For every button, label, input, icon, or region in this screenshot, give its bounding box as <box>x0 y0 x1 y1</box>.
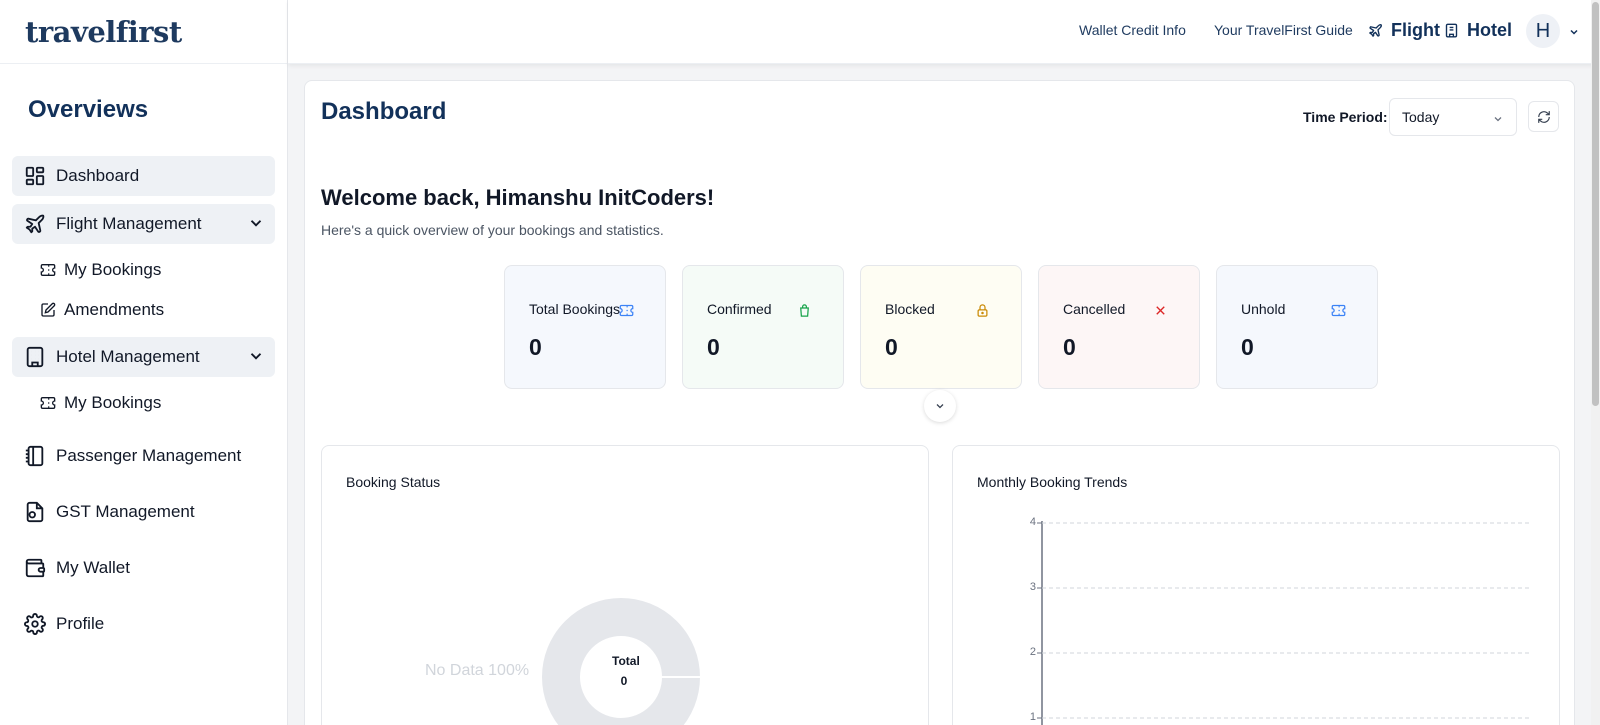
dashboard-icon <box>24 165 46 187</box>
stat-card-cancelled: Cancelled 0 <box>1038 265 1200 389</box>
close-icon <box>1153 303 1168 318</box>
shopping-bag-icon <box>797 303 812 318</box>
sidebar-item-label: My Bookings <box>64 260 162 279</box>
y-tick-label: 3 <box>1029 581 1036 593</box>
flight-nav-button[interactable]: Flight <box>1368 20 1440 41</box>
chevron-down-icon <box>1494 117 1502 122</box>
sidebar-item-label: Passenger Management <box>56 446 242 465</box>
sidebar: travelfirst Overviews Dashboard Flight M… <box>0 0 288 725</box>
time-period-label: Time Period: <box>1303 109 1388 125</box>
refresh-icon <box>1537 110 1550 123</box>
y-tick-label: 4 <box>1029 516 1036 528</box>
edit-icon <box>40 302 56 318</box>
gear-icon <box>24 613 46 635</box>
chevron-down-icon <box>247 347 265 365</box>
stat-value: 0 <box>885 334 898 360</box>
donut-slice-no-data <box>542 598 700 725</box>
welcome-subtitle: Here's a quick overview of your bookings… <box>321 222 664 238</box>
hotel-icon <box>1445 23 1458 38</box>
sidebar-item-passenger-management[interactable]: Passenger Management <box>12 436 275 476</box>
stat-card-total-bookings: Total Bookings 0 <box>504 265 666 389</box>
stat-label: Unhold <box>1241 301 1286 317</box>
sidebar-item-label: Amendments <box>64 300 165 319</box>
welcome-heading: Welcome back, Himanshu InitCoders! <box>321 185 715 210</box>
stat-card-unhold: Unhold 0 <box>1216 265 1378 389</box>
sidebar-item-flight-bookings[interactable]: My Bookings <box>40 255 161 285</box>
sidebar-item-label: Flight Management <box>56 214 202 233</box>
sidebar-section-title: Overviews <box>28 96 149 123</box>
y-tick-label: 1 <box>1029 711 1036 723</box>
ticket-icon <box>40 395 56 411</box>
stat-card-confirmed: Confirmed 0 <box>682 265 844 389</box>
stat-label: Confirmed <box>707 301 772 317</box>
sidebar-item-label: My Wallet <box>56 558 130 577</box>
card-title: Booking Status <box>346 474 441 490</box>
sidebar-item-profile[interactable]: Profile <box>12 604 275 644</box>
receipt-icon <box>24 501 46 523</box>
plane-icon <box>24 213 46 235</box>
sidebar-item-label: Dashboard <box>56 166 140 185</box>
wallet-icon <box>24 557 46 579</box>
hotel-nav-label: Hotel <box>1467 20 1512 40</box>
top-navbar: Wallet Credit Info Your TravelFirst Guid… <box>288 0 1600 64</box>
sidebar-item-gst-management[interactable]: GST Management <box>12 492 275 532</box>
ticket-icon <box>1331 303 1346 318</box>
brand-logo[interactable]: travelfirst <box>0 0 287 64</box>
chevron-down-icon <box>247 214 265 232</box>
time-period-value: Today <box>1402 109 1440 125</box>
stat-label: Cancelled <box>1063 301 1126 317</box>
avatar[interactable]: H <box>1526 14 1560 48</box>
sidebar-item-label: GST Management <box>56 502 195 521</box>
lock-icon <box>975 303 990 318</box>
page-title: Dashboard <box>321 98 447 125</box>
page-scrollbar-thumb[interactable] <box>1592 2 1599 406</box>
stat-card-blocked: Blocked 0 <box>860 265 1022 389</box>
donut-total-value: 0 <box>620 674 628 688</box>
refresh-button[interactable] <box>1528 101 1559 132</box>
sidebar-item-hotel-bookings[interactable]: My Bookings <box>40 388 161 418</box>
stat-value: 0 <box>1241 334 1254 360</box>
plane-icon <box>1369 24 1382 37</box>
donut-no-data-label: No Data 100% <box>425 662 530 679</box>
expand-stats-button[interactable] <box>924 390 956 422</box>
travelfirst-guide-link[interactable]: Your TravelFirst Guide <box>1214 22 1353 38</box>
donut-total-label: Total <box>612 654 640 668</box>
ticket-icon <box>40 262 56 278</box>
notebook-icon <box>24 445 46 467</box>
sidebar-item-hotel-management[interactable]: Hotel Management <box>12 337 275 377</box>
time-period-select[interactable]: Today <box>1389 98 1517 136</box>
stat-label: Blocked <box>885 301 935 317</box>
sidebar-item-my-wallet[interactable]: My Wallet <box>12 548 275 588</box>
wallet-credit-info-link[interactable]: Wallet Credit Info <box>1079 22 1186 38</box>
sidebar-item-flight-management[interactable]: Flight Management <box>12 204 275 244</box>
flight-nav-label: Flight <box>1391 20 1440 40</box>
y-tick-label: 2 <box>1029 646 1036 658</box>
sidebar-item-dashboard[interactable]: Dashboard <box>12 156 275 196</box>
sidebar-item-label: My Bookings <box>64 393 162 412</box>
stat-value: 0 <box>529 334 542 360</box>
sidebar-item-amendments[interactable]: Amendments <box>40 295 164 325</box>
monthly-trends-chart <box>1037 521 1530 725</box>
stat-label: Total Bookings <box>529 301 621 317</box>
sidebar-item-label: Hotel Management <box>56 347 200 366</box>
sidebar-item-label: Profile <box>56 614 105 633</box>
chevron-down-icon <box>936 404 944 409</box>
chevron-down-icon[interactable] <box>1568 26 1580 38</box>
stat-value: 0 <box>1063 334 1076 360</box>
hotel-nav-button[interactable]: Hotel <box>1444 20 1512 41</box>
ticket-icon <box>619 303 634 318</box>
stat-value: 0 <box>707 334 720 360</box>
building-icon <box>24 346 46 368</box>
